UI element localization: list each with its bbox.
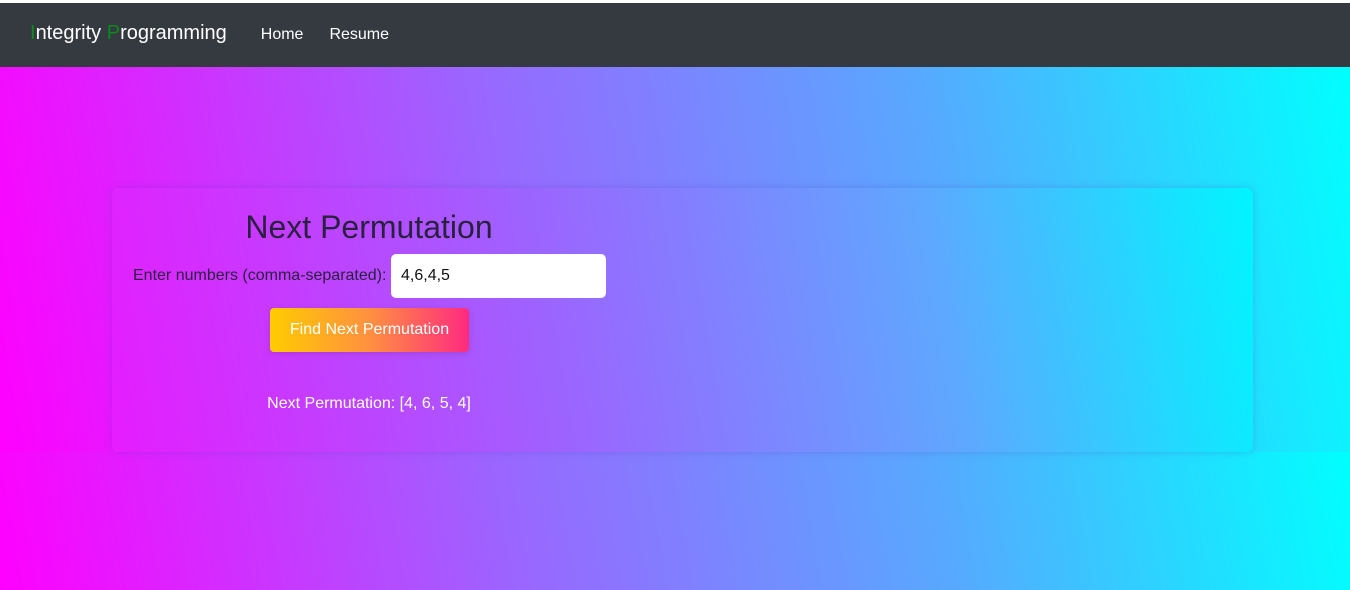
numbers-input[interactable] bbox=[391, 254, 606, 298]
nav-link-resume[interactable]: Resume bbox=[329, 26, 389, 44]
brand-word-integrity: ntegrity bbox=[35, 21, 107, 44]
top-navbar: Integrity Programming Home Resume bbox=[0, 3, 1350, 67]
find-next-permutation-button[interactable]: Find Next Permutation bbox=[270, 308, 469, 352]
brand-initial-p: P bbox=[106, 21, 121, 44]
brand-logo[interactable]: Integrity Programming bbox=[30, 22, 227, 45]
page-title: Next Permutation bbox=[245, 209, 493, 245]
result-text: Next Permutation: [4, 6, 5, 4] bbox=[267, 395, 471, 412]
footer-background bbox=[0, 452, 1350, 590]
brand-word-programming: rogramming bbox=[120, 21, 227, 44]
nav-link-home[interactable]: Home bbox=[261, 26, 304, 44]
numbers-input-label: Enter numbers (comma-separated): bbox=[133, 267, 387, 284]
